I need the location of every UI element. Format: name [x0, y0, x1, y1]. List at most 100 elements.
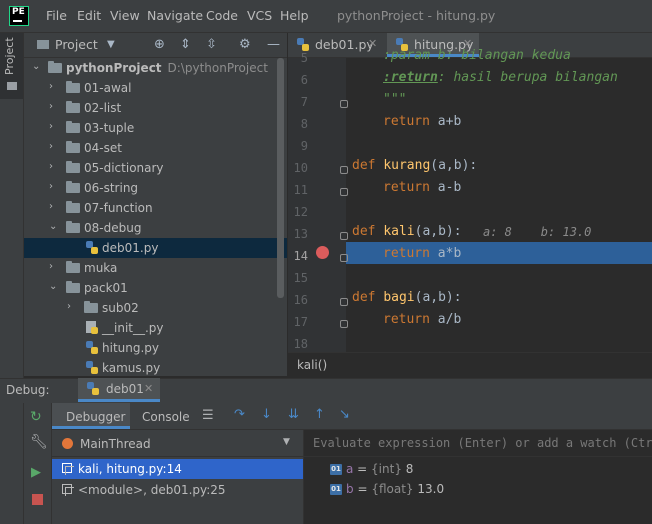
evaluate-expression-input[interactable]: Evaluate expression (Enter) or add a wat… [304, 430, 652, 457]
tree-item-label: 03-tuple [84, 121, 135, 135]
step-into-my-code-icon[interactable]: ⇊ [288, 407, 299, 422]
evaluate-placeholder: Evaluate expression (Enter) or add a wat… [313, 436, 652, 450]
chevron-down-icon[interactable]: ▼ [283, 437, 290, 447]
fold-marker-icon[interactable] [340, 232, 348, 240]
tree-item-01-awal[interactable]: › 01-awal [24, 78, 287, 98]
menu-code[interactable]: Code [206, 8, 238, 23]
wrench-icon[interactable]: 🔧︎ [30, 434, 48, 450]
tree-item-deb01-py[interactable]: deb01.py [24, 238, 287, 258]
folder-icon [66, 101, 80, 113]
rerun-icon[interactable]: ↻ [30, 409, 42, 425]
tree-item-label: hitung.py [102, 341, 160, 355]
tree-item-03-tuple[interactable]: › 03-tuple [24, 118, 287, 138]
expand-all-icon[interactable]: ⇕ [180, 37, 191, 52]
chevron-down-icon[interactable]: ⌄ [49, 221, 59, 233]
tree-item-init-py[interactable]: __init__.py [24, 318, 287, 338]
thread-selector[interactable]: MainThread ▼ [52, 430, 303, 457]
chevron-right-icon[interactable]: › [67, 301, 77, 313]
tree-item-label: 04-set [84, 141, 122, 155]
variable-row[interactable]: a = {int} 8 [346, 462, 413, 476]
tab-console[interactable]: Console [131, 403, 195, 429]
fold-marker-icon[interactable] [340, 166, 348, 174]
tree-item-label: kamus.py [102, 361, 161, 375]
variable-type: {float} [371, 482, 414, 496]
tree-item-02-list[interactable]: › 02-list [24, 98, 287, 118]
tree-item-kamus-py[interactable]: kamus.py [24, 358, 287, 376]
tab-debugger[interactable]: Debugger [52, 403, 130, 429]
chevron-down-icon[interactable]: ⌄ [49, 281, 59, 293]
stack-frame[interactable]: kali, hitung.py:14 [52, 459, 303, 479]
debug-session-tab[interactable]: deb01 ✕ [78, 378, 160, 402]
chevron-right-icon[interactable]: › [49, 81, 59, 93]
hide-panel-icon[interactable]: — [267, 37, 280, 52]
menu-file[interactable]: File [46, 8, 67, 23]
breakpoint-icon[interactable] [316, 246, 329, 259]
python-file-icon [87, 382, 99, 395]
gear-icon[interactable]: ⚙ [239, 37, 251, 52]
tree-item-06-string[interactable]: › 06-string [24, 178, 287, 198]
tree-item-07-function[interactable]: › 07-function [24, 198, 287, 218]
fold-marker-icon[interactable] [340, 320, 348, 328]
folder-icon [48, 61, 62, 73]
tree-item-sub02[interactable]: › sub02 [24, 298, 287, 318]
view-dropdown-chevron-icon[interactable]: ▼ [107, 39, 115, 50]
tree-item-pack01[interactable]: ⌄ pack01 [24, 278, 287, 298]
chevron-right-icon[interactable]: › [49, 261, 59, 273]
menu-navigate[interactable]: Navigate [147, 8, 203, 23]
stack-frame[interactable]: <module>, deb01.py:25 [52, 480, 303, 500]
tab-label: deb01.py [315, 37, 374, 52]
inline-debug-values: a: 8 b: 13.0 [483, 225, 592, 239]
tree-item-05-dictionary[interactable]: › 05-dictionary [24, 158, 287, 178]
folder-icon [66, 81, 80, 93]
folder-icon [66, 281, 80, 293]
fold-marker-icon[interactable] [340, 254, 348, 262]
fold-marker-icon[interactable] [340, 188, 348, 196]
chevron-right-icon[interactable]: › [49, 121, 59, 133]
variable-row[interactable]: b = {float} 13.0 [346, 482, 444, 496]
chevron-right-icon[interactable]: › [49, 141, 59, 153]
chevron-right-icon[interactable]: › [49, 181, 59, 193]
close-icon[interactable]: ✕ [368, 37, 377, 50]
line-number: 15 [293, 271, 308, 285]
tree-item-hitung-py[interactable]: hitung.py [24, 338, 287, 358]
line-number-current: 14 [293, 249, 308, 263]
project-path: D:\pythonProject [167, 61, 268, 75]
close-icon[interactable]: ✕ [144, 382, 153, 395]
project-panel-title[interactable]: Project [55, 37, 98, 52]
chevron-right-icon[interactable]: › [49, 161, 59, 173]
frame-icon [62, 484, 74, 496]
step-out-icon[interactable]: ↑ [314, 407, 325, 422]
menu-edit[interactable]: Edit [77, 8, 101, 23]
chevron-right-icon[interactable]: › [49, 201, 59, 213]
chevron-down-icon[interactable]: ⌄ [32, 61, 42, 73]
tree-item-pythonproject[interactable]: ⌄ pythonProject D:\pythonProject [24, 58, 287, 78]
fold-marker-icon[interactable] [340, 298, 348, 306]
run-to-cursor-icon[interactable]: ↘ [339, 407, 350, 422]
menu-view[interactable]: View [110, 8, 140, 23]
stop-icon[interactable] [32, 494, 43, 505]
frame-icon [62, 463, 74, 475]
tree-item-label: 07-function [84, 201, 153, 215]
tree-item-04-set[interactable]: › 04-set [24, 138, 287, 158]
editor-breadcrumb[interactable]: kali() [288, 352, 652, 377]
python-file-icon [86, 361, 98, 374]
breadcrumb-label[interactable]: kali() [297, 358, 327, 372]
resume-icon[interactable]: ▶ [31, 465, 41, 480]
tree-item-muka[interactable]: › muka [24, 258, 287, 278]
debug-side-toolbar: ↻ 🔧︎ ▶ [0, 403, 52, 524]
int-variable-icon: 01 [330, 464, 342, 475]
menu-help[interactable]: Help [280, 8, 309, 23]
locate-file-icon[interactable]: ⊕ [154, 37, 165, 52]
tree-item-08-debug[interactable]: ⌄ 08-debug [24, 218, 287, 238]
chevron-right-icon[interactable]: › [49, 101, 59, 113]
tree-scrollbar[interactable] [277, 58, 284, 298]
step-into-icon[interactable]: ↓ [261, 407, 272, 422]
code-line-7: """ [383, 92, 407, 107]
step-over-icon[interactable]: ↷ [234, 407, 245, 422]
tree-item-label: __init__.py [102, 321, 164, 335]
folder-icon [84, 301, 98, 313]
menu-vcs[interactable]: VCS [247, 8, 272, 23]
menu-lines-icon[interactable]: ☰ [202, 408, 214, 423]
collapse-all-icon[interactable]: ⇳ [206, 37, 217, 52]
fold-marker-icon[interactable] [340, 100, 348, 108]
